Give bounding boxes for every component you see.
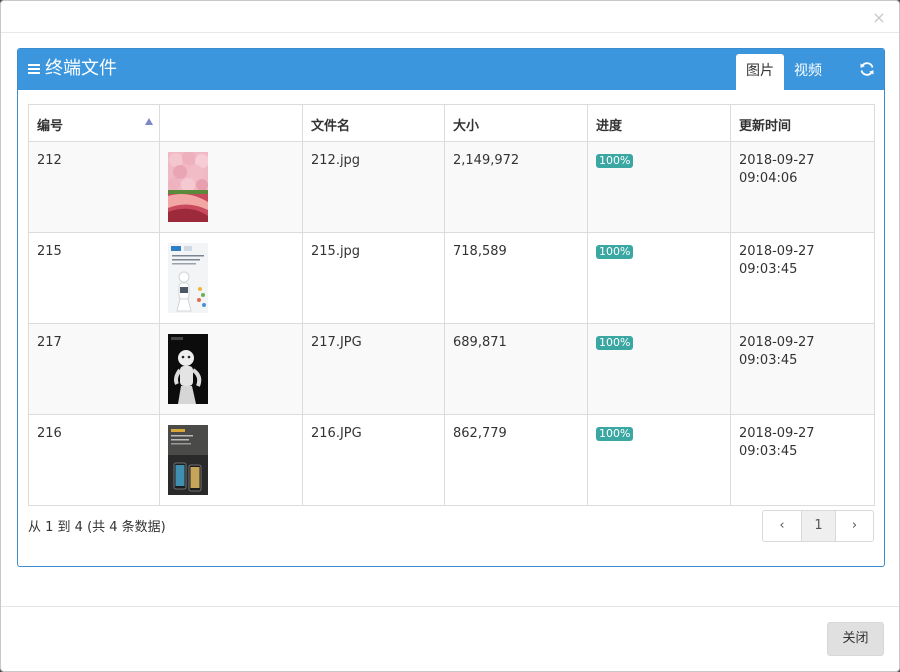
cell-thumbnail [159, 141, 303, 233]
cell-id: 212 [28, 141, 160, 233]
cell-filename: 212.jpg [302, 141, 445, 233]
table-row[interactable]: 217 217.JPG 689,871 100% 2018-09-27 09:0… [28, 323, 875, 415]
cell-filename: 215.jpg [302, 232, 445, 324]
tab-images[interactable]: 图片 [736, 54, 784, 90]
menu-icon [28, 63, 40, 75]
close-button[interactable]: 关闭 [827, 622, 884, 656]
panel-title: 终端文件 [28, 58, 117, 80]
cell-filename: 216.JPG [302, 414, 445, 506]
cell-updated: 2018-09-27 09:03:45 [730, 232, 875, 324]
cell-progress: 100% [587, 141, 731, 233]
cell-progress: 100% [587, 232, 731, 324]
phone-poster-dark-image[interactable] [168, 425, 208, 495]
cell-id: 217 [28, 323, 160, 415]
col-header-thumbnail [159, 104, 303, 142]
cell-progress: 100% [587, 323, 731, 415]
cell-thumbnail [159, 414, 303, 506]
progress-badge: 100% [596, 427, 634, 441]
pagination-info: 从 1 到 4 (共 4 条数据) [28, 520, 166, 535]
cell-progress: 100% [587, 414, 731, 506]
cell-updated: 2018-09-27 09:03:45 [730, 323, 875, 415]
sort-asc-icon [145, 118, 153, 125]
cell-updated: 2018-09-27 09:04:06 [730, 141, 875, 233]
progress-badge: 100% [596, 245, 634, 259]
table-header-row: 编号 文件名 大小 进度 更新时间 [28, 104, 875, 142]
next-page-button[interactable]: › [835, 511, 873, 541]
pagination: ‹ 1 › [762, 510, 874, 542]
table-row[interactable]: 216 216.JPG 862,779 100% 2018-09-27 09:0… [28, 414, 875, 506]
panel-title-text: 终端文件 [45, 58, 117, 79]
cell-size: 2,149,972 [444, 141, 588, 233]
col-header-size[interactable]: 大小 [444, 104, 588, 142]
tab-videos[interactable]: 视频 [784, 54, 832, 90]
panel-header: 终端文件 图片 视频 [18, 49, 884, 90]
cell-size: 718,589 [444, 232, 588, 324]
robot-poster-dark-image[interactable] [168, 334, 208, 404]
cell-id: 215 [28, 232, 160, 324]
col-header-filename[interactable]: 文件名 [302, 104, 445, 142]
media-tabs: 图片 视频 [736, 54, 832, 90]
prev-page-button[interactable]: ‹ [763, 511, 801, 541]
robot-poster-light-image[interactable] [168, 243, 208, 313]
page-1-button[interactable]: 1 [801, 511, 835, 541]
files-table: 编号 文件名 大小 进度 更新时间 212 212.jpg 2,149,972 … [28, 104, 875, 506]
table-row[interactable]: 215 215.jpg 718,589 100% 2018-09-27 09:0… [28, 232, 875, 324]
dialog: × 终端文件 图片 视频 编号 文件名 大小 进度 更新时间 212 212.j… [0, 0, 900, 672]
col-header-progress[interactable]: 进度 [587, 104, 731, 142]
cell-size: 689,871 [444, 323, 588, 415]
col-header-id[interactable]: 编号 [28, 104, 160, 142]
cell-updated: 2018-09-27 09:03:45 [730, 414, 875, 506]
table-row[interactable]: 212 212.jpg 2,149,972 100% 2018-09-27 09… [28, 141, 875, 233]
progress-badge: 100% [596, 336, 634, 350]
terminal-files-panel: 终端文件 图片 视频 编号 文件名 大小 进度 更新时间 212 212.jpg… [17, 48, 885, 567]
cell-filename: 217.JPG [302, 323, 445, 415]
pink-roses-image[interactable] [168, 152, 208, 222]
cell-size: 862,779 [444, 414, 588, 506]
col-header-updated[interactable]: 更新时间 [730, 104, 875, 142]
progress-badge: 100% [596, 154, 634, 168]
cell-thumbnail [159, 323, 303, 415]
cell-id: 216 [28, 414, 160, 506]
cell-thumbnail [159, 232, 303, 324]
close-icon[interactable]: × [871, 10, 887, 26]
divider [1, 32, 899, 33]
refresh-icon[interactable] [859, 61, 875, 77]
divider [1, 606, 899, 607]
